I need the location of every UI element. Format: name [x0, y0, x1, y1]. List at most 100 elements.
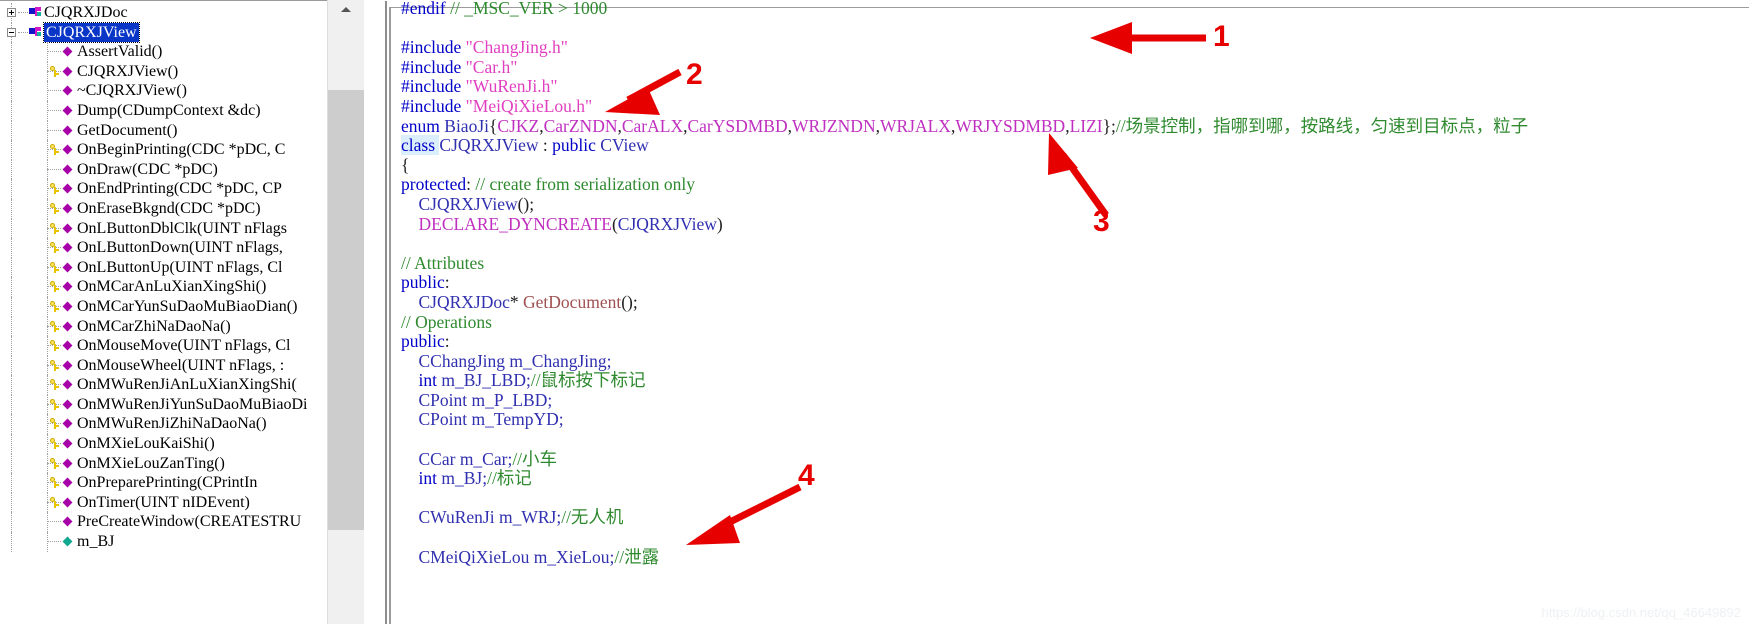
class-view-tree[interactable]: CJQRXJDoc CJQRXJView AssertValid() CJQRXJVi…	[0, 3, 363, 552]
tree-item-cjqrxjview[interactable]: CJQRXJView()	[0, 61, 363, 82]
tree-item-onmxielouzanting[interactable]: OnMXieLouZanTing()	[0, 453, 363, 474]
code-token: CJQRXJView	[617, 213, 717, 234]
annotation-label-3: 3	[1093, 205, 1110, 238]
code-token: //泄露	[614, 546, 660, 567]
protected-key-icon	[50, 202, 60, 214]
tree-guide-line	[11, 238, 12, 258]
code-editor-panel[interactable]: #endif // _MSC_VER > 1000 #include "Chan…	[381, 0, 1749, 624]
tree-item-onmousewheeluintnflags[interactable]: OnMouseWheel(UINT nFlags, :	[0, 355, 363, 376]
code-token: #include	[401, 76, 466, 97]
tree-item-onerasebkgndcdcpdc[interactable]: OnEraseBkgnd(CDC *pDC)	[0, 198, 363, 219]
code-token: CJQRXJView	[439, 135, 539, 156]
tree-item-cjqrxjview[interactable]: ~CJQRXJView()	[0, 81, 363, 101]
code-token: "WuRenJi.h"	[465, 76, 558, 97]
tree-item-onprepareprintingcprinti[interactable]: OnPreparePrinting(CPrintIn	[0, 473, 363, 493]
tree-item-cjqrxjdoc[interactable]: CJQRXJDoc	[0, 3, 363, 23]
scrollbar-thumb[interactable]	[328, 90, 364, 530]
source-code-text[interactable]: #endif // _MSC_VER > 1000 #include "Chan…	[401, 0, 1528, 567]
code-token: m_BJ_LBD;	[441, 370, 531, 391]
member-diamond-icon	[62, 164, 73, 175]
member-diamond-icon	[62, 516, 73, 527]
tree-guide-line	[11, 532, 12, 552]
collapse-node-icon[interactable]	[7, 27, 16, 37]
code-token: DECLARE_DYNCREATE	[418, 213, 612, 234]
tree-guide-line	[47, 109, 61, 111]
scroll-up-arrow-icon[interactable]	[328, 0, 364, 17]
tree-item-assertvalid[interactable]: AssertValid()	[0, 42, 363, 62]
watermark-text: https://blog.csdn.net/qq_46649892	[1541, 605, 1742, 620]
code-token: //场景控制，指哪到哪，按路线，匀速到目标点，粒子	[1115, 115, 1529, 136]
member-diamond-icon	[62, 66, 73, 77]
code-line: public:	[401, 331, 1528, 352]
tree-item-onmousemoveuintnflagscl[interactable]: OnMouseMove(UINT nFlags, Cl	[0, 336, 363, 356]
member-diamond-icon	[62, 262, 73, 273]
code-token: CJQRXJView	[418, 193, 518, 214]
tree-item-onmwurenjiyunsudaomubiao[interactable]: OnMWuRenJiYunSuDaoMuBiaoDi	[0, 394, 363, 415]
tree-item-onbeginprintingcdcpdcc[interactable]: OnBeginPrinting(CDC *pDC, C	[0, 140, 363, 160]
protected-key-icon	[50, 281, 60, 293]
code-token: class	[401, 135, 440, 156]
tree-item-label: AssertValid()	[77, 43, 163, 61]
tree-item-ontimeruintnidevent[interactable]: OnTimer(UINT nIDEvent)	[0, 492, 363, 513]
code-token: *	[509, 291, 524, 312]
member-diamond-icon	[62, 399, 73, 410]
expand-node-icon[interactable]	[7, 8, 16, 17]
tree-item-dumpcdumpcontextdc[interactable]: Dump(CDumpContext &dc)	[0, 100, 363, 121]
member-diamond-icon	[62, 497, 73, 508]
tree-item-precreatewindowcreatestr[interactable]: PreCreateWindow(CREATESTRU	[0, 512, 363, 533]
member-diamond-icon	[62, 105, 73, 116]
tree-guide-line	[11, 296, 12, 317]
tree-item-onmwurenjianluxianxingsh[interactable]: OnMWuRenJiAnLuXianXingShi(	[0, 375, 363, 395]
tree-vertical-scrollbar[interactable]	[327, 0, 364, 624]
editor-frame: #endif // _MSC_VER > 1000 #include "Chan…	[385, 0, 1749, 624]
code-token: //小车	[512, 448, 558, 469]
tree-item-onmcaranluxianxingshi[interactable]: OnMCarAnLuXianXingShi()	[0, 277, 363, 297]
code-token: CCar m_Car;	[418, 448, 513, 469]
tree-item-onmxieloukaishi[interactable]: OnMXieLouKaiShi()	[0, 434, 363, 454]
protected-key-icon	[50, 183, 60, 195]
tree-item-getdocument[interactable]: GetDocument()	[0, 120, 363, 141]
code-token: {	[401, 154, 410, 175]
tree-item-onlbuttondblclkuintnflag[interactable]: OnLButtonDblClk(UINT nFlags	[0, 218, 363, 239]
tree-item-onendprintingcdcpdccp[interactable]: OnEndPrinting(CDC *pDC, CP	[0, 179, 363, 199]
tree-item-onlbuttonupuintnflagscl[interactable]: OnLButtonUp(UINT nFlags, Cl	[0, 257, 363, 278]
code-token: #endif	[401, 0, 451, 18]
tree-item-onmcaryunsudaomubiaodian[interactable]: OnMCarYunSuDaoMuBiaoDian()	[0, 296, 363, 317]
code-line: #include "WuRenJi.h"	[401, 77, 1528, 97]
code-token: :	[444, 272, 450, 293]
tree-item-ondrawcdcpdc[interactable]: OnDraw(CDC *pDC)	[0, 159, 363, 180]
code-token: :	[444, 331, 450, 352]
tree-item-label: OnPreparePrinting(CPrintIn	[77, 474, 258, 492]
tree-item-m_bj[interactable]: m_BJ	[0, 532, 363, 552]
code-token: protected	[401, 174, 467, 195]
tree-item-label: OnEraseBkgnd(CDC *pDC)	[77, 199, 261, 217]
protected-key-icon	[50, 320, 60, 332]
tree-item-onlbuttondownuintnflags[interactable]: OnLButtonDown(UINT nFlags,	[0, 238, 363, 258]
protected-key-icon	[50, 222, 60, 234]
tree-item-label: OnTimer(UINT nIDEvent)	[77, 493, 250, 511]
tree-item-label: OnLButtonDown(UINT nFlags,	[77, 239, 283, 257]
protected-key-icon	[50, 418, 60, 430]
tree-guide-line	[11, 394, 12, 415]
member-diamond-icon	[62, 242, 73, 253]
tree-guide-line	[47, 51, 61, 53]
tree-guide-line	[11, 159, 12, 180]
annotation-label-1: 1	[1213, 20, 1230, 53]
code-token: public	[552, 135, 601, 156]
tree-item-cjqrxjview[interactable]: CJQRXJView	[0, 21, 363, 44]
code-token: "Car.h"	[465, 56, 518, 77]
tree-guide-line	[47, 90, 61, 92]
tree-item-onmwurenjizhinadaona[interactable]: OnMWuRenJiZhiNaDaoNa()	[0, 414, 363, 435]
code-token: //标记	[487, 468, 532, 489]
tree-guide-line	[18, 31, 28, 33]
tree-item-label: OnBeginPrinting(CDC *pDC, C	[77, 141, 286, 159]
tree-item-onmcarzhinadaona[interactable]: OnMCarZhiNaDaoNa()	[0, 316, 363, 337]
protected-key-icon	[50, 379, 60, 391]
member-diamond-icon	[62, 301, 73, 312]
tree-guide-line	[11, 61, 12, 82]
